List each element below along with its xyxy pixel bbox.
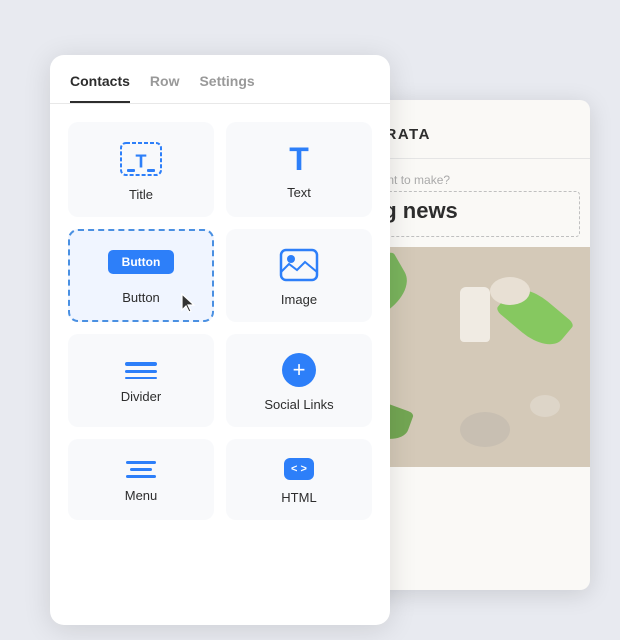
panel-tabs: Contacts Row Settings (50, 55, 390, 104)
title-item-label: Title (129, 187, 153, 202)
divider-line-thick (125, 362, 157, 366)
divider-item-label: Divider (121, 389, 161, 404)
menu-item-label: Menu (125, 488, 158, 503)
components-grid: T Title T Text Button Button (50, 104, 390, 538)
html-icon: < > (284, 458, 314, 480)
divider-line-thin (125, 377, 157, 379)
product-bottle (460, 287, 490, 342)
menu-line-2 (130, 468, 152, 471)
svg-text:T: T (136, 151, 147, 171)
title-icon: T (119, 141, 163, 177)
image-item-label: Image (281, 292, 317, 307)
tab-contacts[interactable]: Contacts (70, 73, 130, 103)
stone-decoration-2 (530, 395, 560, 417)
grid-item-image[interactable]: Image (226, 229, 372, 322)
menu-line-1 (126, 461, 156, 464)
button-item-label: Button (122, 290, 160, 305)
image-icon (279, 248, 319, 282)
text-icon: T (289, 143, 309, 175)
grid-item-title[interactable]: T Title (68, 122, 214, 217)
grid-item-button[interactable]: Button Button (68, 229, 214, 322)
cursor-icon (178, 292, 200, 316)
text-item-label: Text (287, 185, 311, 200)
button-preview: Button (108, 250, 175, 274)
social-icon: + (282, 353, 316, 387)
divider-icon (125, 362, 157, 379)
grid-item-text[interactable]: T Text (226, 122, 372, 217)
menu-icon (126, 461, 156, 478)
grid-item-html[interactable]: < > HTML (226, 439, 372, 520)
html-icon-text: < > (291, 463, 307, 475)
grid-item-menu[interactable]: Menu (68, 439, 214, 520)
stone-decoration-3 (460, 412, 510, 447)
components-panel: Contacts Row Settings T Title T Text (50, 55, 390, 625)
tab-settings[interactable]: Settings (199, 73, 254, 103)
grid-item-social-links[interactable]: + Social Links (226, 334, 372, 427)
social-links-item-label: Social Links (264, 397, 333, 412)
menu-line-3 (126, 475, 156, 478)
stone-decoration-1 (490, 277, 530, 305)
divider-line-mid (125, 370, 157, 373)
tab-row[interactable]: Row (150, 73, 180, 103)
html-item-label: HTML (281, 490, 316, 505)
scene: PRATA ouncement to make? r big news Cont… (0, 0, 620, 640)
grid-item-divider[interactable]: Divider (68, 334, 214, 427)
